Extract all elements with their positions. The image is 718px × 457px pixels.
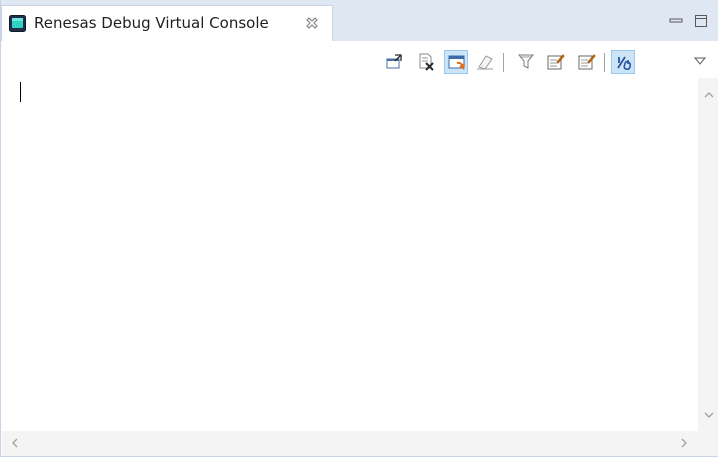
show-console-button[interactable] bbox=[444, 50, 468, 74]
scroll-down-arrow-icon[interactable] bbox=[704, 411, 714, 419]
edit-note-icon bbox=[578, 54, 596, 70]
toolbar-separator bbox=[503, 53, 504, 72]
console-toolbar bbox=[1, 41, 718, 78]
text-caret bbox=[20, 82, 21, 102]
close-x-icon[interactable] bbox=[305, 16, 319, 30]
open-console-button[interactable] bbox=[382, 50, 406, 74]
open-console-icon bbox=[386, 54, 402, 69]
scroll-left-arrow-icon[interactable] bbox=[11, 438, 19, 448]
tab-renesas-debug-virtual-console[interactable]: Renesas Debug Virtual Console bbox=[1, 5, 333, 41]
console-monitor-icon bbox=[9, 15, 26, 32]
remove-console-button[interactable] bbox=[414, 50, 438, 74]
show-console-icon bbox=[448, 55, 465, 71]
edit-settings-button[interactable] bbox=[544, 50, 568, 74]
scrollbar-corner bbox=[698, 431, 718, 456]
filter-icon bbox=[517, 54, 535, 69]
scroll-lock-icon bbox=[617, 56, 632, 71]
vertical-scrollbar[interactable] bbox=[698, 78, 718, 431]
clear-console-icon bbox=[477, 55, 493, 70]
view-menu-chevron-icon[interactable] bbox=[693, 56, 707, 66]
console-view: Renesas Debug Virtual Console bbox=[0, 0, 718, 457]
scroll-lock-button[interactable] bbox=[611, 50, 635, 74]
edit-note-button[interactable] bbox=[575, 50, 599, 74]
toolbar-separator bbox=[604, 53, 605, 72]
remove-console-icon bbox=[419, 53, 434, 71]
scroll-up-arrow-icon[interactable] bbox=[704, 91, 714, 99]
horizontal-scrollbar[interactable] bbox=[2, 431, 698, 456]
edit-settings-icon bbox=[547, 54, 565, 70]
scroll-right-arrow-icon[interactable] bbox=[680, 438, 688, 448]
maximize-icon[interactable] bbox=[693, 13, 709, 29]
view-tab-bar: Renesas Debug Virtual Console bbox=[1, 0, 718, 41]
clear-console-button[interactable] bbox=[473, 50, 497, 74]
minimize-icon[interactable] bbox=[668, 13, 684, 29]
tab-title: Renesas Debug Virtual Console bbox=[34, 14, 269, 32]
filter-button[interactable] bbox=[514, 50, 538, 74]
console-output-area[interactable] bbox=[2, 78, 698, 431]
